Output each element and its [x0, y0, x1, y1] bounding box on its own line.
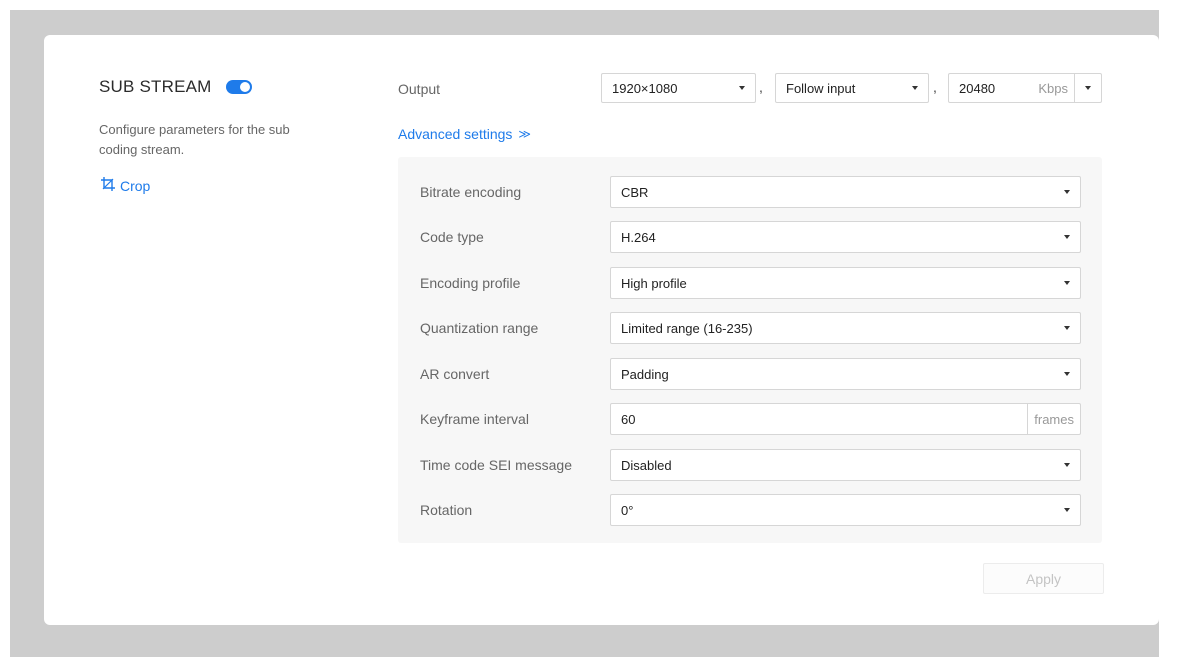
select-value: High profile: [621, 275, 687, 291]
stream-title: SUB STREAM: [99, 77, 212, 96]
input-value: 60: [621, 411, 636, 427]
setting-label: Bitrate encoding: [420, 184, 522, 200]
divider: [1074, 73, 1075, 103]
quantization-range-select[interactable]: Limited range (16-235): [610, 312, 1081, 344]
rotation-select[interactable]: 0°: [610, 494, 1081, 526]
bitrate-encoding-select[interactable]: CBR: [610, 176, 1081, 208]
advanced-settings-panel: [398, 157, 1102, 543]
stream-enable-toggle[interactable]: [225, 80, 252, 94]
code-type-select[interactable]: H.264: [610, 221, 1081, 253]
select-value: Limited range (16-235): [621, 320, 753, 336]
crop-link[interactable]: Crop: [100, 176, 150, 195]
chevron-down-icon: [1064, 326, 1070, 330]
crop-label: Crop: [120, 177, 151, 194]
framerate-select[interactable]: Follow input: [775, 73, 929, 103]
chevron-down-icon: [1064, 463, 1070, 467]
select-value: Padding: [621, 366, 669, 382]
select-value: CBR: [621, 184, 649, 200]
setting-label: Rotation: [420, 502, 473, 518]
resolution-value: 1920×1080: [612, 80, 678, 96]
setting-label: AR convert: [420, 366, 490, 382]
advanced-settings-toggle[interactable]: Advanced settings ≫: [398, 126, 531, 142]
page-edge: [1159, 10, 1179, 657]
stream-description: Configure parameters for the sub coding …: [99, 122, 290, 157]
select-value: 0°: [621, 502, 634, 518]
setting-label: Time code SEI message: [420, 457, 572, 473]
output-label: Output: [398, 81, 441, 97]
frames-unit: frames: [1027, 404, 1080, 434]
ar-convert-select[interactable]: Padding: [610, 358, 1081, 390]
setting-label: Code type: [420, 229, 484, 245]
select-value: H.264: [621, 229, 656, 245]
bitrate-unit: Kbps: [1038, 80, 1068, 96]
setting-label: Quantization range: [420, 320, 539, 336]
resolution-select[interactable]: 1920×1080: [601, 73, 756, 103]
setting-label: Keyframe interval: [420, 411, 529, 427]
chevron-down-icon: [1064, 508, 1070, 512]
sub-stream-card: SUB STREAM Configure parameters for the …: [44, 35, 1159, 625]
keyframe-interval-input[interactable]: 60 frames: [610, 403, 1081, 435]
double-chevron-down-icon: ≫: [518, 127, 531, 141]
setting-label: Encoding profile: [420, 275, 521, 291]
advanced-settings-label: Advanced settings: [398, 126, 513, 142]
toggle-knob: [239, 82, 250, 92]
bitrate-value: 20480: [959, 80, 996, 96]
apply-button[interactable]: Apply: [983, 563, 1104, 594]
bitrate-input[interactable]: 20480 Kbps: [948, 73, 1102, 103]
select-value: Disabled: [621, 457, 672, 473]
output-separator: ,: [759, 79, 763, 95]
time-code-sei-select[interactable]: Disabled: [610, 449, 1081, 481]
stream-header: SUB STREAM: [99, 77, 252, 97]
chevron-down-icon[interactable]: [1085, 86, 1091, 90]
chevron-down-icon: [1064, 372, 1070, 376]
output-separator: ,: [933, 79, 937, 95]
chevron-down-icon: [1064, 235, 1070, 239]
chevron-down-icon: [739, 86, 745, 90]
crop-icon: [100, 176, 120, 195]
encoding-profile-select[interactable]: High profile: [610, 267, 1081, 299]
chevron-down-icon: [1064, 281, 1070, 285]
chevron-down-icon: [912, 86, 918, 90]
framerate-value: Follow input: [786, 80, 856, 96]
chevron-down-icon: [1064, 190, 1070, 194]
